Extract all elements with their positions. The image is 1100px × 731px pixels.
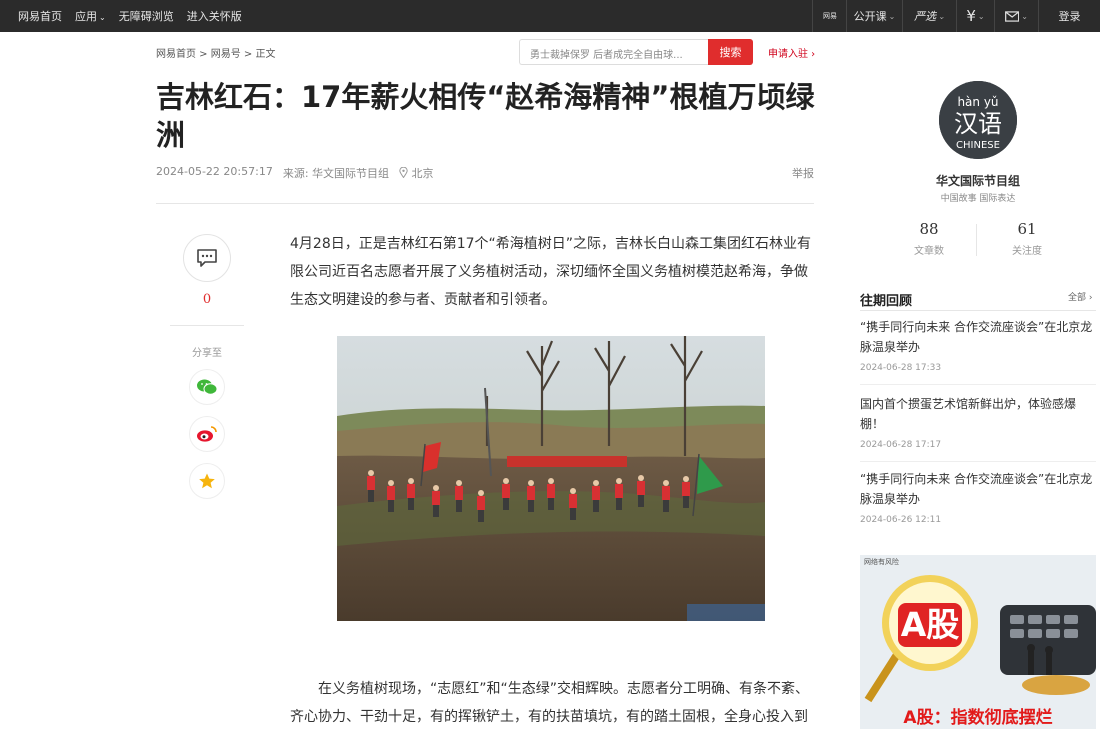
chevron-down-icon: ⌄ — [888, 11, 896, 21]
chevron-down-icon: ⌄ — [977, 11, 985, 21]
ad-graphic — [864, 575, 1096, 703]
author-name[interactable]: 华文国际节目组 — [900, 172, 1056, 189]
article-paragraph-2: 在义务植树现场，“志愿红”和“生态绿”交相辉映。志愿者分工明确、有条不紊、齐心协… — [290, 681, 810, 725]
finance-menu[interactable]: ¥ ⌄ — [956, 0, 994, 32]
article-source[interactable]: 来源: 华文国际节目组 — [283, 165, 389, 181]
articles-label: 文章数 — [914, 246, 944, 257]
chevron-down-icon: ⌄ — [99, 13, 106, 22]
list-divider — [860, 461, 1096, 462]
past-article-title[interactable]: “携手同行向未来 合作交流座谈会”在北京龙脉温泉举办 — [860, 469, 1096, 509]
follows-label: 关注度 — [1012, 246, 1042, 257]
chevron-down-icon: ⌄ — [938, 11, 945, 21]
stat-follows: 61 关注度 — [982, 220, 1072, 257]
share-label: 分享至 — [192, 348, 222, 359]
past-all-link[interactable]: 全部 › — [1068, 290, 1092, 303]
article-title: 吉林红石：17年薪火相传“赵希海精神”根植万顷绿洲 — [156, 80, 815, 152]
breadcrumb[interactable]: 网易首页 > 网易号 > 正文 — [156, 45, 275, 60]
mobile-app-label: 网易 — [823, 12, 837, 20]
mail-icon — [1005, 10, 1020, 22]
share-wechat-button[interactable] — [189, 369, 225, 405]
nav-apps-label: 应用 — [75, 10, 97, 23]
report-link[interactable]: 举报 — [792, 165, 814, 181]
apply-join-link[interactable]: 申请入驻 › — [768, 45, 815, 60]
past-divider — [860, 310, 1096, 311]
list-divider — [860, 384, 1096, 385]
publish-date: 2024-05-22 20:57:17 — [156, 165, 273, 178]
comment-icon — [197, 249, 217, 267]
tree-planting-photo — [337, 336, 765, 621]
articles-count: 88 — [919, 220, 939, 238]
search-button[interactable]: 搜索 — [708, 39, 753, 65]
mobile-app-button[interactable]: 网易 — [812, 0, 846, 32]
login-button[interactable]: 登录 — [1038, 0, 1100, 32]
mail-menu[interactable]: ⌄ — [994, 0, 1038, 32]
past-article-date: 2024-06-28 17:33 — [860, 363, 942, 373]
past-article-date: 2024-06-26 12:11 — [860, 515, 942, 525]
comment-button[interactable] — [183, 234, 231, 282]
search-input[interactable]: 勇士裁掉保罗 后者成完全自由球... — [519, 39, 709, 65]
top-nav-bar: 网易首页 应用 ⌄ 无障碍浏览 进入关怀版 网易 公开课 ⌄ 严选 ⌄ ¥ ⌄ ⌄ 登录 — [0, 0, 1100, 32]
author-tagline: 中国故事 国际表达 — [940, 194, 1016, 204]
yen-icon: ¥ — [966, 7, 976, 25]
share-weibo-button[interactable] — [189, 416, 225, 452]
nav-netease-home[interactable]: 网易首页 — [18, 8, 62, 24]
past-articles-heading: 往期回顾 — [860, 294, 913, 309]
article-meta: 2024-05-22 20:57:17 来源: 华文国际节目组 北京 — [156, 165, 434, 181]
open-course-menu[interactable]: 公开课 ⌄ — [846, 0, 902, 32]
article-photo — [337, 336, 765, 621]
past-article-title[interactable]: “携手同行向未来 合作交流座谈会”在北京龙脉温泉举办 — [860, 317, 1096, 357]
ad-badge: A股 — [898, 603, 962, 647]
nav-apps[interactable]: 应用 ⌄ — [75, 8, 106, 24]
chevron-down-icon: ⌄ — [1021, 11, 1028, 21]
avatar-hanzi: 汉语 — [954, 110, 1002, 138]
ad-headline[interactable]: A股：指数彻底摆烂 — [860, 703, 1096, 728]
avatar-pinyin: hàn yǔ — [957, 95, 998, 109]
advertisement-banner[interactable]: 网络有风险 A股 A股：指数彻底摆烂 — [860, 555, 1096, 729]
article-location: 北京 — [399, 165, 434, 181]
stat-articles: 88 文章数 — [884, 220, 974, 257]
past-article-item[interactable]: “携手同行向未来 合作交流座谈会”在北京龙脉温泉举办 2024-06-26 12… — [860, 469, 1096, 525]
past-article-date: 2024-06-28 17:17 — [860, 440, 942, 450]
nav-care-mode[interactable]: 进入关怀版 — [187, 8, 242, 24]
author-avatar[interactable]: hàn yǔ 汉语 CHINESE — [939, 81, 1017, 159]
nav-accessibility[interactable]: 无障碍浏览 — [119, 8, 174, 24]
title-divider — [156, 203, 814, 204]
share-divider — [170, 325, 244, 326]
star-icon — [199, 473, 215, 489]
open-course-label: 公开课 — [853, 10, 887, 23]
comment-count[interactable]: 0 — [170, 292, 244, 307]
weibo-icon — [197, 426, 217, 442]
share-favorite-button[interactable] — [189, 463, 225, 499]
past-article-title[interactable]: 国内首个掼蛋艺术馆新鲜出炉，体验感爆棚！ — [860, 394, 1096, 434]
avatar-english: CHINESE — [956, 140, 1000, 151]
yanxuan-menu[interactable]: 严选 ⌄ — [902, 0, 956, 32]
past-article-item[interactable]: “携手同行向未来 合作交流座谈会”在北京龙脉温泉举办 2024-06-28 17… — [860, 317, 1096, 373]
wechat-icon — [197, 379, 218, 395]
location-pin-icon — [399, 166, 408, 179]
article-paragraph-1: 4月28日，正是吉林红石第17个“希海植树日”之际，吉林长白山森工集团红石林业有… — [290, 236, 812, 308]
follows-count: 61 — [1017, 220, 1037, 238]
stat-separator — [976, 224, 977, 256]
location-label: 北京 — [411, 167, 434, 180]
author-logo: hàn yǔ 汉语 CHINESE — [939, 81, 1017, 159]
yanxuan-label: 严选 — [914, 10, 937, 23]
past-article-item[interactable]: 国内首个掼蛋艺术馆新鲜出炉，体验感爆棚！ 2024-06-28 17:17 — [860, 394, 1096, 450]
